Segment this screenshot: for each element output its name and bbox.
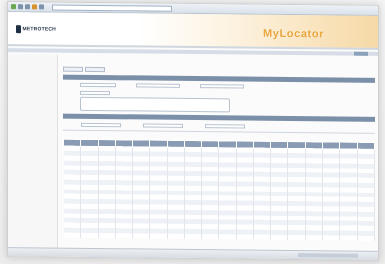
table-cell bbox=[80, 232, 99, 238]
brand-mark-icon bbox=[16, 24, 21, 33]
sidebar-item[interactable] bbox=[8, 54, 57, 55]
table-cell bbox=[236, 234, 254, 240]
brand-name: METROTECH bbox=[22, 25, 56, 33]
table-cell bbox=[357, 235, 375, 241]
table-cell bbox=[63, 232, 81, 238]
status-zone bbox=[298, 253, 358, 258]
table-cell bbox=[167, 233, 185, 239]
table-cell bbox=[149, 233, 168, 239]
sidebar-item[interactable] bbox=[8, 54, 57, 55]
sidebar-item[interactable] bbox=[8, 54, 57, 55]
filter-select-2[interactable] bbox=[143, 123, 183, 128]
sidebar-item[interactable] bbox=[8, 54, 57, 55]
sidebar-item[interactable] bbox=[8, 54, 57, 55]
table-cell bbox=[322, 235, 340, 241]
table-body bbox=[63, 146, 375, 241]
notes-label bbox=[63, 97, 77, 111]
table-cell bbox=[184, 233, 202, 239]
notes-row bbox=[63, 96, 375, 114]
table-cell bbox=[287, 234, 306, 240]
tab-1[interactable] bbox=[63, 66, 83, 72]
filter-select-3[interactable] bbox=[205, 124, 245, 129]
sidebar-item[interactable] bbox=[8, 54, 57, 55]
sidebar-item[interactable] bbox=[8, 54, 57, 55]
filter-select-1[interactable] bbox=[81, 122, 121, 128]
sidebar-item[interactable] bbox=[8, 54, 57, 55]
field-input-3[interactable] bbox=[200, 84, 244, 89]
address-bar[interactable] bbox=[52, 4, 172, 12]
sidebar-item[interactable] bbox=[8, 54, 57, 55]
main-content bbox=[63, 57, 375, 254]
sidebar-item[interactable] bbox=[8, 54, 57, 55]
table-cell bbox=[201, 233, 219, 239]
refresh-icon[interactable] bbox=[25, 4, 30, 10]
section-header-2 bbox=[63, 113, 375, 122]
forward-icon[interactable] bbox=[18, 4, 23, 10]
sidebar bbox=[8, 54, 58, 251]
table-cell bbox=[115, 233, 133, 239]
sidebar-item[interactable] bbox=[8, 54, 57, 55]
field-input-4[interactable] bbox=[80, 90, 110, 96]
sidebar-item[interactable] bbox=[8, 54, 57, 55]
tab-2[interactable] bbox=[85, 66, 105, 73]
brand-logo: METROTECH bbox=[16, 24, 56, 33]
favorites-icon[interactable] bbox=[39, 4, 44, 10]
product-title: MyLocator bbox=[263, 27, 325, 41]
back-icon[interactable] bbox=[11, 4, 16, 10]
field-input-1[interactable] bbox=[80, 82, 116, 88]
table-cell bbox=[98, 232, 116, 238]
table-cell bbox=[253, 234, 271, 240]
top-nav-link[interactable] bbox=[354, 51, 368, 56]
locates-table bbox=[63, 139, 375, 241]
table-cell bbox=[270, 234, 288, 240]
app-header: METROTECH MyLocator bbox=[8, 12, 378, 50]
table-cell bbox=[218, 234, 237, 240]
screenshot-frame: METROTECH MyLocator bbox=[7, 1, 379, 261]
home-icon[interactable] bbox=[32, 4, 37, 10]
notes-textarea[interactable] bbox=[80, 96, 230, 113]
field-input-2[interactable] bbox=[136, 83, 180, 88]
sidebar-item[interactable] bbox=[8, 54, 57, 55]
table-cell bbox=[305, 235, 323, 240]
table-cell bbox=[132, 233, 150, 239]
table-cell bbox=[339, 235, 358, 241]
